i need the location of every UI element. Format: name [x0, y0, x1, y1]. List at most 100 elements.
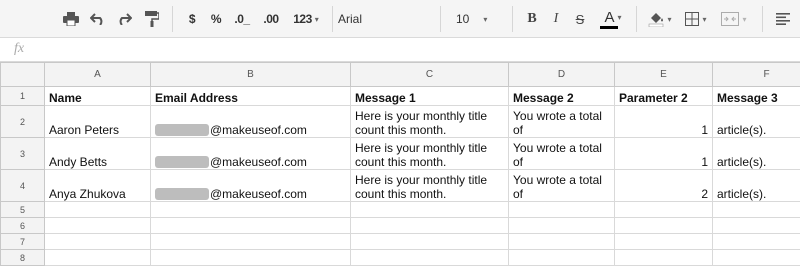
cell-e5[interactable]	[614, 201, 713, 218]
column-header-c[interactable]: C	[350, 62, 509, 87]
increase-decimals-button[interactable]: .00	[258, 6, 284, 32]
cell-f2[interactable]: article(s).	[712, 105, 800, 138]
column-header-d[interactable]: D	[508, 62, 615, 87]
bold-button[interactable]: B	[522, 6, 542, 32]
cell-f4[interactable]: article(s).	[712, 169, 800, 202]
select-all-corner[interactable]	[0, 62, 45, 87]
text-color-label: A	[604, 9, 615, 26]
column-header-e[interactable]: E	[614, 62, 713, 87]
cell-f3[interactable]: article(s).	[712, 137, 800, 170]
cell-c6[interactable]	[350, 217, 509, 234]
cell-a8[interactable]	[44, 249, 151, 266]
cell-d4[interactable]: You wrote a total of	[508, 169, 615, 202]
cell-e2[interactable]: 1	[614, 105, 713, 138]
cell-e8[interactable]	[614, 249, 713, 266]
cell-e1[interactable]: Parameter 2	[614, 86, 713, 106]
cell-c5[interactable]	[350, 201, 509, 218]
cell-a5[interactable]	[44, 201, 151, 218]
formula-input[interactable]	[40, 40, 780, 60]
more-formats-label: 123	[293, 12, 312, 26]
cell-a6[interactable]	[44, 217, 151, 234]
paint-format-icon[interactable]	[140, 6, 164, 32]
redacted-email-user	[155, 124, 209, 136]
cell-a1[interactable]: Name	[44, 86, 151, 106]
row-header[interactable]: 2	[0, 105, 45, 138]
column-header-f[interactable]: F	[712, 62, 800, 87]
cell-c3[interactable]: Here is your monthly title count this mo…	[350, 137, 509, 170]
strikethrough-button[interactable]: S	[570, 6, 590, 32]
cell-e7[interactable]	[614, 233, 713, 250]
email-domain: @makeuseof.com	[210, 155, 307, 169]
cell-e3[interactable]: 1	[614, 137, 713, 170]
cell-a2[interactable]: Aaron Peters	[44, 105, 151, 138]
cell-e4[interactable]: 2	[614, 169, 713, 202]
cell-c4[interactable]: Here is your monthly title count this mo…	[350, 169, 509, 202]
cell-a4[interactable]: Anya Zhukova	[44, 169, 151, 202]
cell-d3[interactable]: You wrote a total of	[508, 137, 615, 170]
cell-a7[interactable]	[44, 233, 151, 250]
cell-b8[interactable]	[150, 249, 351, 266]
cell-c7[interactable]	[350, 233, 509, 250]
align-left-icon	[776, 13, 790, 25]
cell-b2[interactable]: @makeuseof.com	[150, 105, 351, 138]
toolbar-divider	[636, 6, 637, 32]
table-row: 4 Anya Zhukova @makeuseof.com Here is yo…	[0, 169, 800, 202]
fill-color-button[interactable]: ▾	[644, 6, 676, 32]
cell-c1[interactable]: Message 1	[350, 86, 509, 106]
cell-c8[interactable]	[350, 249, 509, 266]
table-row: 6	[0, 217, 800, 234]
cell-d1[interactable]: Message 2	[508, 86, 615, 106]
italic-button[interactable]: I	[546, 6, 566, 32]
cell-b1[interactable]: Email Address	[150, 86, 351, 106]
font-size-select[interactable]: 10 ▾	[448, 6, 504, 32]
cell-f1[interactable]: Message 3	[712, 86, 800, 106]
column-header-b[interactable]: B	[150, 62, 351, 87]
sheet-table: A B C D E F 1 Name Email Address Message…	[0, 62, 800, 266]
table-row: 2 Aaron Peters @makeuseof.com Here is yo…	[0, 105, 800, 138]
cell-e6[interactable]	[614, 217, 713, 234]
toolbar: $ % .0_ .00 123 ▾ Arial 10 ▾ B I S A ▾ ▾…	[0, 0, 800, 38]
table-row: 3 Andy Betts @makeuseof.com Here is your…	[0, 137, 800, 170]
percent-format-button[interactable]: %	[206, 6, 226, 32]
row-header[interactable]: 1	[0, 86, 45, 106]
cell-a3[interactable]: Andy Betts	[44, 137, 151, 170]
cell-d6[interactable]	[508, 217, 615, 234]
decrease-decimals-button[interactable]: .0_	[230, 6, 254, 32]
cell-b6[interactable]	[150, 217, 351, 234]
font-family-select[interactable]: Arial	[338, 6, 428, 32]
toolbar-divider	[172, 6, 173, 32]
align-left-button[interactable]	[772, 6, 794, 32]
undo-icon[interactable]	[86, 6, 110, 32]
table-row: 1 Name Email Address Message 1 Message 2…	[0, 86, 800, 106]
row-header[interactable]: 8	[0, 249, 45, 266]
cell-b7[interactable]	[150, 233, 351, 250]
cell-f6[interactable]	[712, 217, 800, 234]
merge-cells-button[interactable]: ▾	[716, 6, 752, 32]
cell-b4[interactable]: @makeuseof.com	[150, 169, 351, 202]
more-formats-button[interactable]: 123 ▾	[286, 6, 326, 32]
column-header-a[interactable]: A	[44, 62, 151, 87]
cell-f5[interactable]	[712, 201, 800, 218]
cell-d2[interactable]: You wrote a total of	[508, 105, 615, 138]
cell-c2[interactable]: Here is your monthly title count this mo…	[350, 105, 509, 138]
cell-b3[interactable]: @makeuseof.com	[150, 137, 351, 170]
cell-d8[interactable]	[508, 249, 615, 266]
text-color-button[interactable]: A ▾	[596, 6, 630, 32]
cell-d7[interactable]	[508, 233, 615, 250]
cell-d5[interactable]	[508, 201, 615, 218]
borders-button[interactable]: ▾	[680, 6, 712, 32]
row-header[interactable]: 4	[0, 169, 45, 202]
redo-icon[interactable]	[112, 6, 136, 32]
row-header[interactable]: 7	[0, 233, 45, 250]
currency-format-button[interactable]: $	[182, 6, 202, 32]
fx-label: fx	[14, 41, 25, 56]
row-header[interactable]: 3	[0, 137, 45, 170]
chevron-down-icon: ▾	[314, 14, 319, 24]
print-icon[interactable]	[58, 6, 84, 32]
cell-f7[interactable]	[712, 233, 800, 250]
cell-f8[interactable]	[712, 249, 800, 266]
row-header[interactable]: 6	[0, 217, 45, 234]
cell-b5[interactable]	[150, 201, 351, 218]
row-header[interactable]: 5	[0, 201, 45, 218]
chevron-down-icon: ▾	[617, 13, 622, 22]
